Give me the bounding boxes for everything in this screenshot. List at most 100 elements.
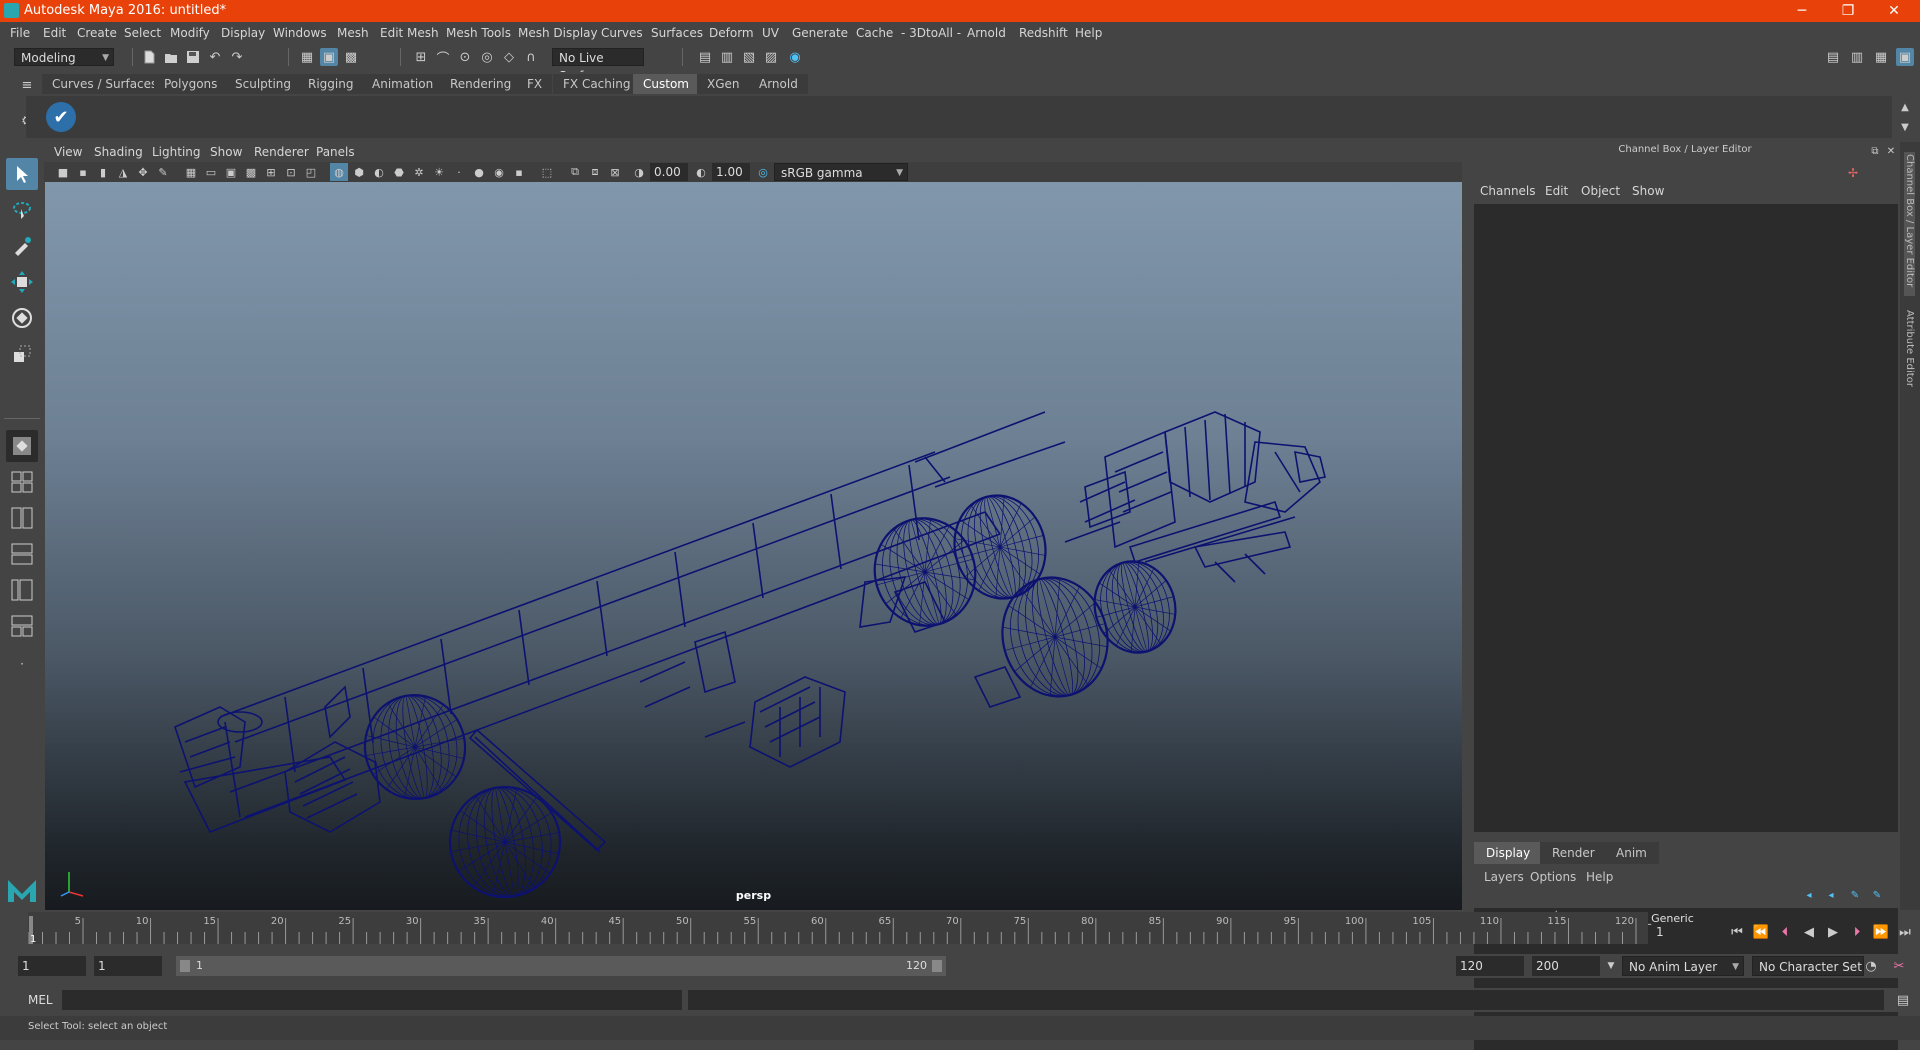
field-chart-icon[interactable]: ⊞ [262, 163, 280, 181]
resolution-gate-icon[interactable]: ▣ [222, 163, 240, 181]
menu-create[interactable]: Create [77, 26, 117, 40]
menu-edit-mesh[interactable]: Edit Mesh [380, 26, 439, 40]
menu-modify[interactable]: Modify [170, 26, 210, 40]
xray-icon[interactable]: ⧉ [566, 163, 584, 181]
wireframe-toggle-icon[interactable]: ◍ [330, 163, 348, 181]
select-tool-icon[interactable] [6, 158, 38, 190]
two-d-pan-icon[interactable]: ✥ [134, 163, 152, 181]
cb-menu-show[interactable]: Show [1632, 184, 1664, 198]
layer-menu-options[interactable]: Options [1530, 870, 1576, 884]
menu-surfaces[interactable]: Surfaces [651, 26, 703, 40]
playback-end-field[interactable]: 120 [1456, 956, 1524, 976]
manipulator-icon[interactable]: ✢ [1844, 164, 1862, 182]
menu-help[interactable]: Help [1075, 26, 1102, 40]
grease-pencil-icon[interactable]: ✎ [154, 163, 172, 181]
range-start-handle[interactable] [180, 960, 190, 972]
save-scene-icon[interactable] [184, 48, 202, 66]
select-object-icon[interactable]: ▣ [320, 48, 338, 66]
film-gate-icon[interactable]: ▭ [202, 163, 220, 181]
snap-curve-icon[interactable]: ⌒ [434, 48, 452, 67]
range-end-handle[interactable] [932, 960, 942, 972]
graph-persp-layout-icon[interactable] [6, 610, 38, 642]
safe-action-icon[interactable]: ⊡ [282, 163, 300, 181]
render-frame-icon[interactable]: ▤ [696, 48, 714, 66]
cb-menu-edit[interactable]: Edit [1545, 184, 1568, 198]
gamma-field[interactable]: 1.00 [712, 163, 750, 181]
side-tab-channel-box[interactable]: Channel Box / Layer Editor [1904, 152, 1915, 296]
hypershade-icon[interactable]: ▨ [762, 48, 780, 66]
menu-mesh-tools[interactable]: Mesh Tools [446, 26, 511, 40]
command-language-label[interactable]: MEL [28, 993, 53, 1007]
menu-windows[interactable]: Windows [273, 26, 327, 40]
anim-layer-dropdown[interactable]: No Anim Layer ▼ [1622, 956, 1744, 976]
bus-chassis-wireframe[interactable] [45, 182, 1462, 910]
rotate-tool-icon[interactable] [6, 302, 38, 334]
exposure-field[interactable]: 0.00 [650, 163, 688, 181]
layer-menu-help[interactable]: Help [1586, 870, 1613, 884]
image-plane-icon[interactable]: ◮ [114, 163, 132, 181]
channel-box-body[interactable] [1474, 204, 1898, 832]
playback-start-field[interactable]: 1 [94, 956, 162, 976]
layer-tab-display[interactable]: Display [1474, 842, 1543, 864]
anti-aliasing-icon[interactable]: ◉ [490, 163, 508, 181]
new-layer-selected-icon[interactable]: ✎ [1868, 886, 1886, 904]
smooth-shade-icon[interactable]: ⬢ [350, 163, 368, 181]
cb-menu-channels[interactable]: Channels [1480, 184, 1536, 198]
viewport-menu-panels[interactable]: Panels [316, 145, 355, 159]
step-forward-key-icon[interactable]: ⏩ [1872, 923, 1890, 941]
textured-icon[interactable]: ⬣ [390, 163, 408, 181]
shelf-menu-icon[interactable]: ≡ [18, 76, 36, 94]
animation-end-field[interactable]: 200 [1532, 956, 1600, 976]
color-management-icon[interactable]: ◎ [754, 163, 772, 181]
redo-icon[interactable]: ↷ [228, 48, 246, 66]
auto-key-icon[interactable]: ◔ [1862, 957, 1880, 975]
play-backward-icon[interactable]: ◀ [1800, 923, 1818, 941]
wireframe-on-shaded-icon[interactable]: ◐ [370, 163, 388, 181]
isolate-select-icon[interactable]: ⬚ [538, 163, 556, 181]
menu-generate[interactable]: Generate [792, 26, 848, 40]
motion-blur-icon[interactable]: ● [470, 163, 488, 181]
xray-components-icon[interactable]: ⊠ [606, 163, 624, 181]
shelf-scroll-down-icon[interactable]: ▼ [1896, 118, 1914, 136]
play-forward-icon[interactable]: ▶ [1824, 923, 1842, 941]
menu-select[interactable]: Select [124, 26, 161, 40]
cb-menu-object[interactable]: Object [1581, 184, 1620, 198]
go-to-end-icon[interactable]: ⏭ [1896, 923, 1914, 941]
layer-menu-layers[interactable]: Layers [1484, 870, 1524, 884]
current-frame-field[interactable]: 1 [1652, 922, 1718, 942]
shelf-tab-arnold[interactable]: Arnold [749, 74, 808, 94]
new-scene-icon[interactable] [140, 48, 158, 66]
scale-tool-icon[interactable] [6, 338, 38, 370]
viewport-menu-show[interactable]: Show [210, 145, 242, 159]
menu-display[interactable]: Display [221, 26, 265, 40]
menu-redshift[interactable]: Redshift [1019, 26, 1068, 40]
close-button[interactable]: ✕ [1872, 0, 1916, 22]
live-surface-field[interactable]: No Live Surface [552, 48, 644, 83]
render-view-icon[interactable]: ◉ [786, 48, 804, 66]
range-slider[interactable]: 1 120 [176, 956, 946, 976]
undo-icon[interactable]: ↶ [206, 48, 224, 66]
magnet-icon[interactable]: ∩ [522, 48, 540, 66]
menu-file[interactable]: File [10, 26, 30, 40]
render-settings-icon[interactable]: ▧ [740, 48, 758, 66]
move-tool-icon[interactable] [6, 266, 38, 298]
persp-viewport[interactable]: persp [45, 182, 1462, 910]
shelf-tab-rendering[interactable]: Rendering [440, 74, 522, 94]
animation-prefs-icon[interactable]: ✂ [1890, 957, 1908, 975]
go-to-start-icon[interactable]: ⏮ [1728, 923, 1746, 941]
shelf-tab-animation[interactable]: Animation [362, 74, 444, 94]
animation-start-field[interactable]: 1 [18, 956, 86, 976]
menu-mesh-display[interactable]: Mesh Display [518, 26, 598, 40]
step-back-frame-icon[interactable]: ⏴ [1776, 923, 1794, 941]
four-pane-layout-icon[interactable] [6, 466, 38, 498]
camera-icon[interactable]: ■ [54, 163, 72, 181]
move-layer-up-icon[interactable]: ◂ [1800, 886, 1818, 904]
gate-mask-icon[interactable]: ▩ [242, 163, 260, 181]
open-scene-icon[interactable] [162, 48, 180, 66]
two-pane-side-layout-icon[interactable] [6, 502, 38, 534]
step-forward-frame-icon[interactable]: ⏵ [1848, 923, 1866, 941]
toolbox-more-icon[interactable]: · [6, 648, 38, 680]
bookmark-icon[interactable]: ▮ [94, 163, 112, 181]
gamma-icon[interactable]: ◐ [692, 163, 710, 181]
use-all-lights-icon[interactable]: ✲ [410, 163, 428, 181]
